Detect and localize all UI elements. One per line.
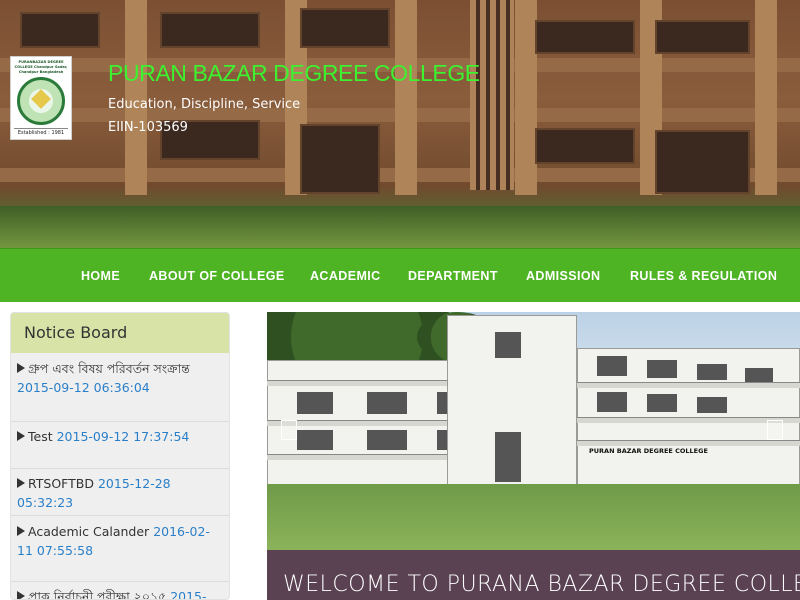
college-building-photo: PURAN BAZAR DEGREE COLLEGE <box>267 312 800 550</box>
nav-rules-regulation[interactable]: RULES & REGULATION <box>630 269 777 283</box>
site-title[interactable]: PURAN BAZAR DEGREE COLLEGE <box>108 60 480 87</box>
triangle-right-icon <box>17 478 25 488</box>
eiin-number: EIIN-103569 <box>108 120 188 135</box>
triangle-right-icon <box>17 591 25 599</box>
nav-academic[interactable]: ACADEMIC <box>310 269 381 283</box>
notice-title[interactable]: প্রাক নির্বাচনী পরীক্ষা ২০১৫ <box>28 589 166 599</box>
triangle-right-icon <box>17 526 25 536</box>
image-slider: PURAN BAZAR DEGREE COLLEGE WELCOME TO PU… <box>267 312 800 600</box>
notice-item[interactable]: RTSOFTBD 2015-12-28 05:32:23 <box>17 474 222 512</box>
slider-next-button[interactable] <box>767 420 783 440</box>
logo-seal-icon <box>17 77 65 125</box>
notice-item[interactable]: Test 2015-09-12 17:37:54 <box>17 427 222 446</box>
header-banner: PURANBAZAR DEGREE COLLEGE Chandpur Sadar… <box>0 0 800 248</box>
notice-date[interactable]: 2015-09-12 17:37:54 <box>57 429 190 444</box>
slider-prev-button[interactable] <box>281 420 297 440</box>
nav-admission[interactable]: ADMISSION <box>526 269 600 283</box>
college-logo[interactable]: PURANBAZAR DEGREE COLLEGE Chandpur Sadar… <box>10 56 72 140</box>
logo-established: Established : 1981 <box>14 128 68 136</box>
notice-item[interactable]: প্রাক নির্বাচনী পরীক্ষা ২০১৫ 2015- <box>17 587 222 599</box>
nav-about-of-college[interactable]: ABOUT OF COLLEGE <box>149 269 285 283</box>
notice-item[interactable]: Academic Calander 2016-02-11 07:55:58 <box>17 522 222 560</box>
notice-item[interactable]: গ্রুপ এবং বিষয় পরিবর্তন সংক্রান্ত 2015-… <box>17 359 222 397</box>
notice-date[interactable]: 2015- <box>170 589 206 599</box>
notice-date[interactable]: 2015-09-12 06:36:04 <box>17 380 150 395</box>
notice-title[interactable]: Academic Calander <box>28 524 149 539</box>
triangle-right-icon <box>17 363 25 373</box>
nav-home[interactable]: HOME <box>81 269 120 283</box>
logo-text: PURANBAZAR DEGREE COLLEGE Chandpur Sadar… <box>14 60 68 74</box>
lawn <box>267 484 800 550</box>
notice-title[interactable]: গ্রুপ এবং বিষয় পরিবর্তন সংক্রান্ত <box>28 361 190 376</box>
nav-department[interactable]: DEPARTMENT <box>408 269 498 283</box>
welcome-banner: WELCOME TO PURANA BAZAR DEGREE COLLEGE <box>267 550 800 600</box>
notice-title[interactable]: Test <box>28 429 53 444</box>
triangle-right-icon <box>17 431 25 441</box>
notice-board: Notice Board গ্রুপ এবং বিষয় পরিবর্তন সং… <box>10 312 230 600</box>
building-sign: PURAN BAZAR DEGREE COLLEGE <box>587 447 710 455</box>
main-nav: HOME ABOUT OF COLLEGE ACADEMIC DEPARTMEN… <box>0 248 800 302</box>
site-tagline: Education, Discipline, Service <box>108 97 301 112</box>
notice-title[interactable]: RTSOFTBD <box>28 476 94 491</box>
notice-board-title: Notice Board <box>24 323 128 342</box>
welcome-text: WELCOME TO PURANA BAZAR DEGREE COLLEGE <box>283 572 800 597</box>
notice-board-header: Notice Board <box>11 313 229 353</box>
